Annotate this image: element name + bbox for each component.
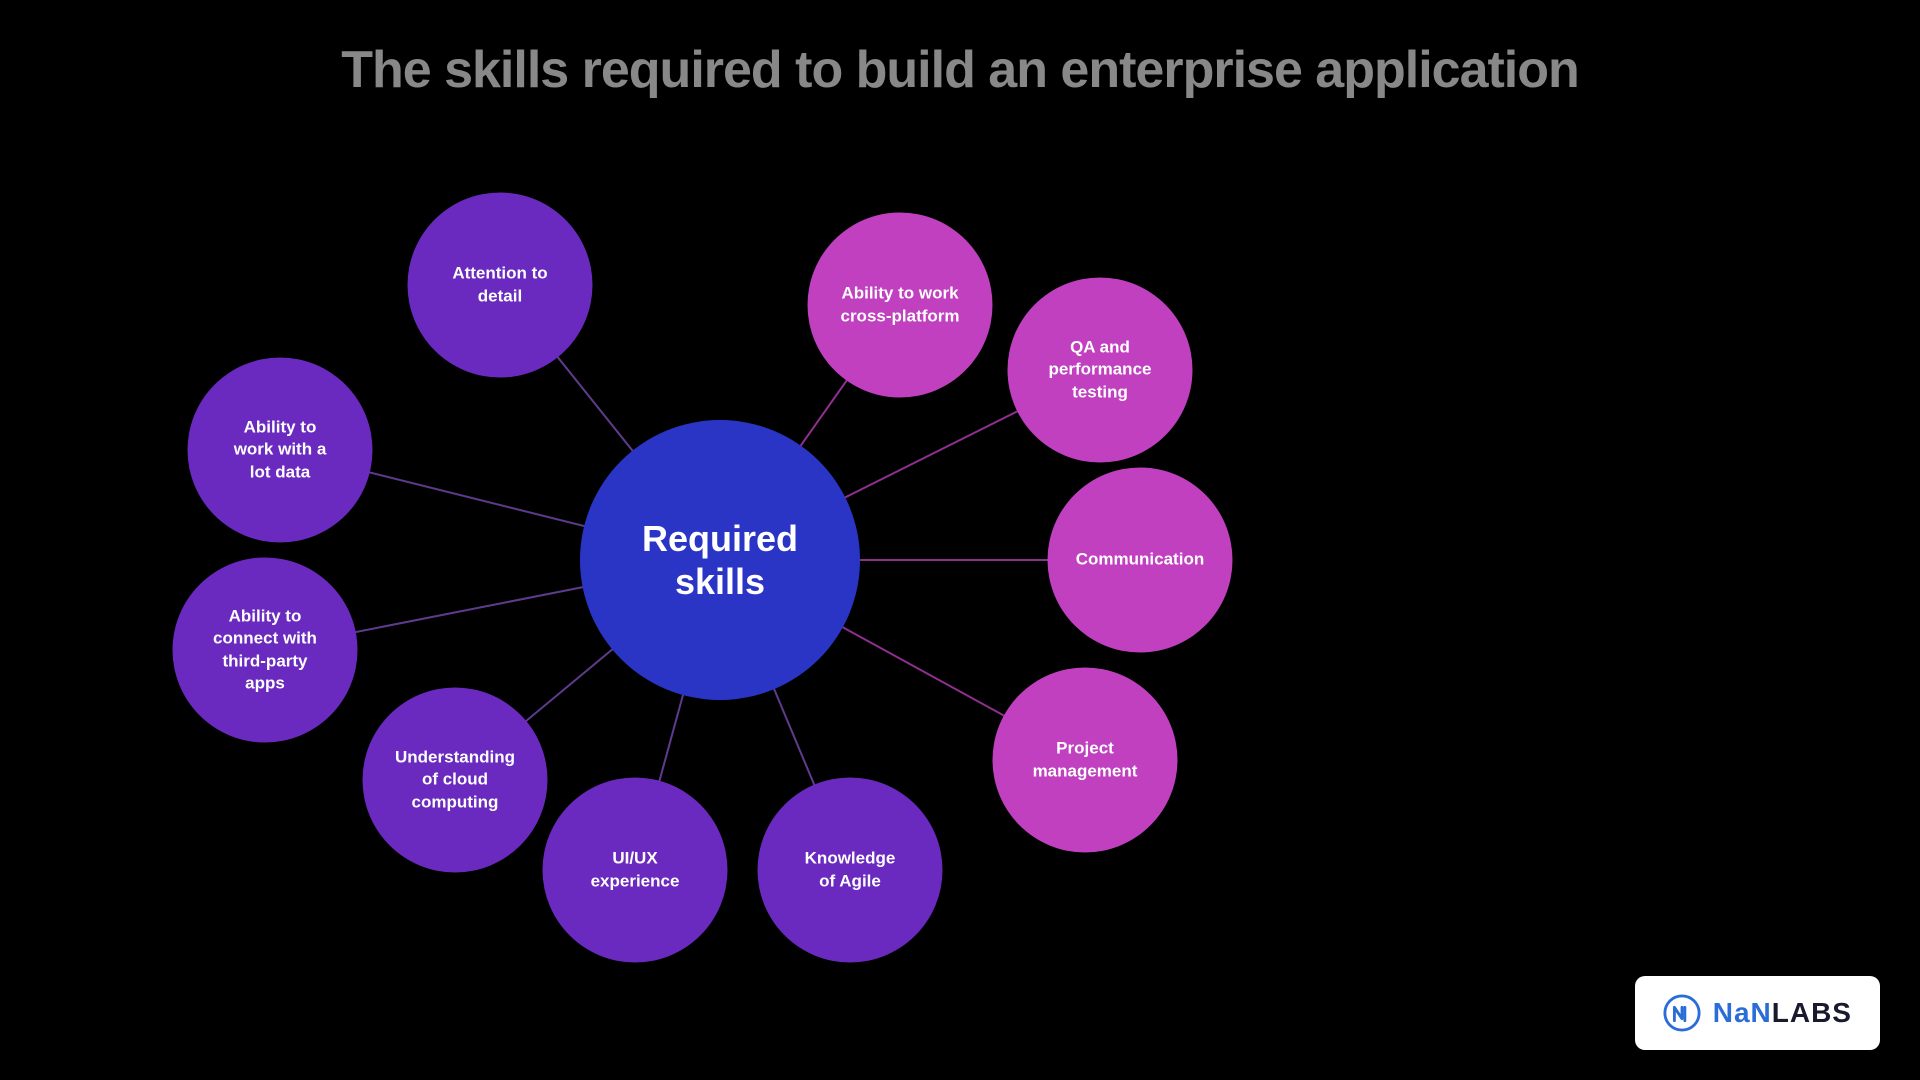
nanlabs-text: NaNLABS	[1713, 997, 1852, 1029]
node-uiux: UI/UXexperience	[543, 778, 728, 963]
node-cloud: Understandingof cloudcomputing	[363, 688, 548, 873]
node-connect: Ability toconnect withthird-partyapps	[173, 558, 358, 743]
node-attention-detail: Attention todetail	[408, 193, 593, 378]
node-communication: Communication	[1048, 468, 1233, 653]
node-qa-testing: QA andperformancetesting	[1008, 278, 1193, 463]
nanlabs-logo-icon	[1663, 994, 1701, 1032]
node-cross-platform: Ability to workcross-platform	[808, 213, 993, 398]
title: The skills required to build an enterpri…	[0, 40, 1920, 100]
node-data: Ability towork with alot data	[188, 358, 373, 543]
skills-diagram: Required skills Attention todetail Abili…	[0, 120, 1920, 1080]
node-project-management: Projectmanagement	[993, 668, 1178, 853]
center-node: Required skills	[580, 420, 860, 700]
nanlabs-badge: NaNLABS	[1635, 976, 1880, 1050]
node-agile: Knowledgeof Agile	[758, 778, 943, 963]
